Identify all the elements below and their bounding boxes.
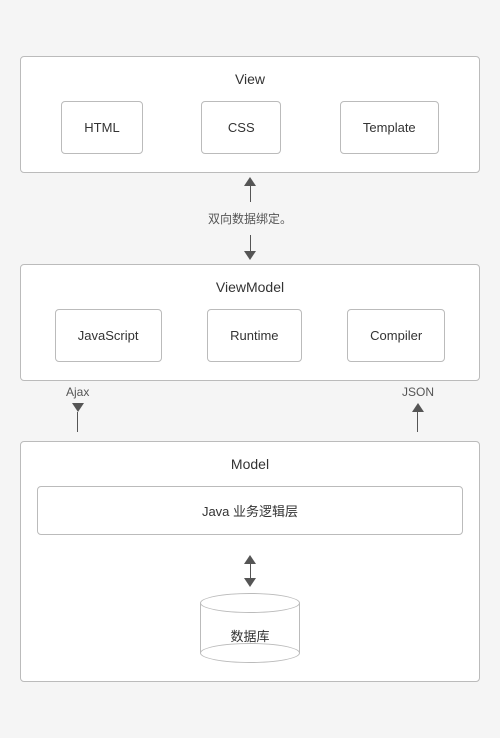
model-label: Model <box>37 456 463 472</box>
viewmodel-items: JavaScript Runtime Compiler <box>37 309 463 362</box>
binding-label: 双向数据绑定。 <box>208 210 292 227</box>
diagram: View HTML CSS Template 双向数据绑定。 ViewModel… <box>20 36 480 702</box>
connector-view-viewmodel: 双向数据绑定。 <box>20 173 480 264</box>
two-col-connector: Ajax JSON <box>20 381 480 441</box>
json-arrow-up <box>412 403 424 412</box>
json-connector: JSON <box>402 381 434 441</box>
db-arrow-up <box>244 555 256 564</box>
arrow-double-1b <box>244 235 256 260</box>
db-arrow-down <box>244 578 256 587</box>
template-box: Template <box>340 101 439 154</box>
javascript-box: JavaScript <box>55 309 162 362</box>
view-layer: View HTML CSS Template <box>20 56 480 173</box>
model-layer: Model Java 业务逻辑层 数据库 <box>20 441 480 682</box>
cyl-bottom <box>200 643 300 663</box>
html-box: HTML <box>61 101 142 154</box>
ajax-label: Ajax <box>66 385 89 399</box>
ajax-line <box>77 412 78 432</box>
viewmodel-layer: ViewModel JavaScript Runtime Compiler <box>20 264 480 381</box>
json-label: JSON <box>402 385 434 399</box>
view-items: HTML CSS Template <box>37 101 463 154</box>
arrow-double-1 <box>244 177 256 202</box>
ajax-arrow-down <box>72 403 84 412</box>
viewmodel-label: ViewModel <box>37 279 463 295</box>
css-box: CSS <box>201 101 281 154</box>
database-cylinder: 数据库 <box>200 593 300 663</box>
compiler-box: Compiler <box>347 309 445 362</box>
connector-viewmodel-model: Ajax JSON <box>20 381 480 441</box>
vert-line-1a <box>250 186 251 202</box>
cyl-top <box>200 593 300 613</box>
db-line-up <box>250 564 251 578</box>
vert-line-1b <box>250 235 251 251</box>
java-box: Java 业务逻辑层 <box>37 486 463 535</box>
arrow-up-1 <box>244 177 256 186</box>
arrow-down-1 <box>244 251 256 260</box>
ajax-connector: Ajax <box>66 381 89 441</box>
runtime-box: Runtime <box>207 309 301 362</box>
json-line <box>417 412 418 432</box>
db-arrow <box>244 555 256 587</box>
db-container: 数据库 <box>37 549 463 663</box>
view-label: View <box>37 71 463 87</box>
